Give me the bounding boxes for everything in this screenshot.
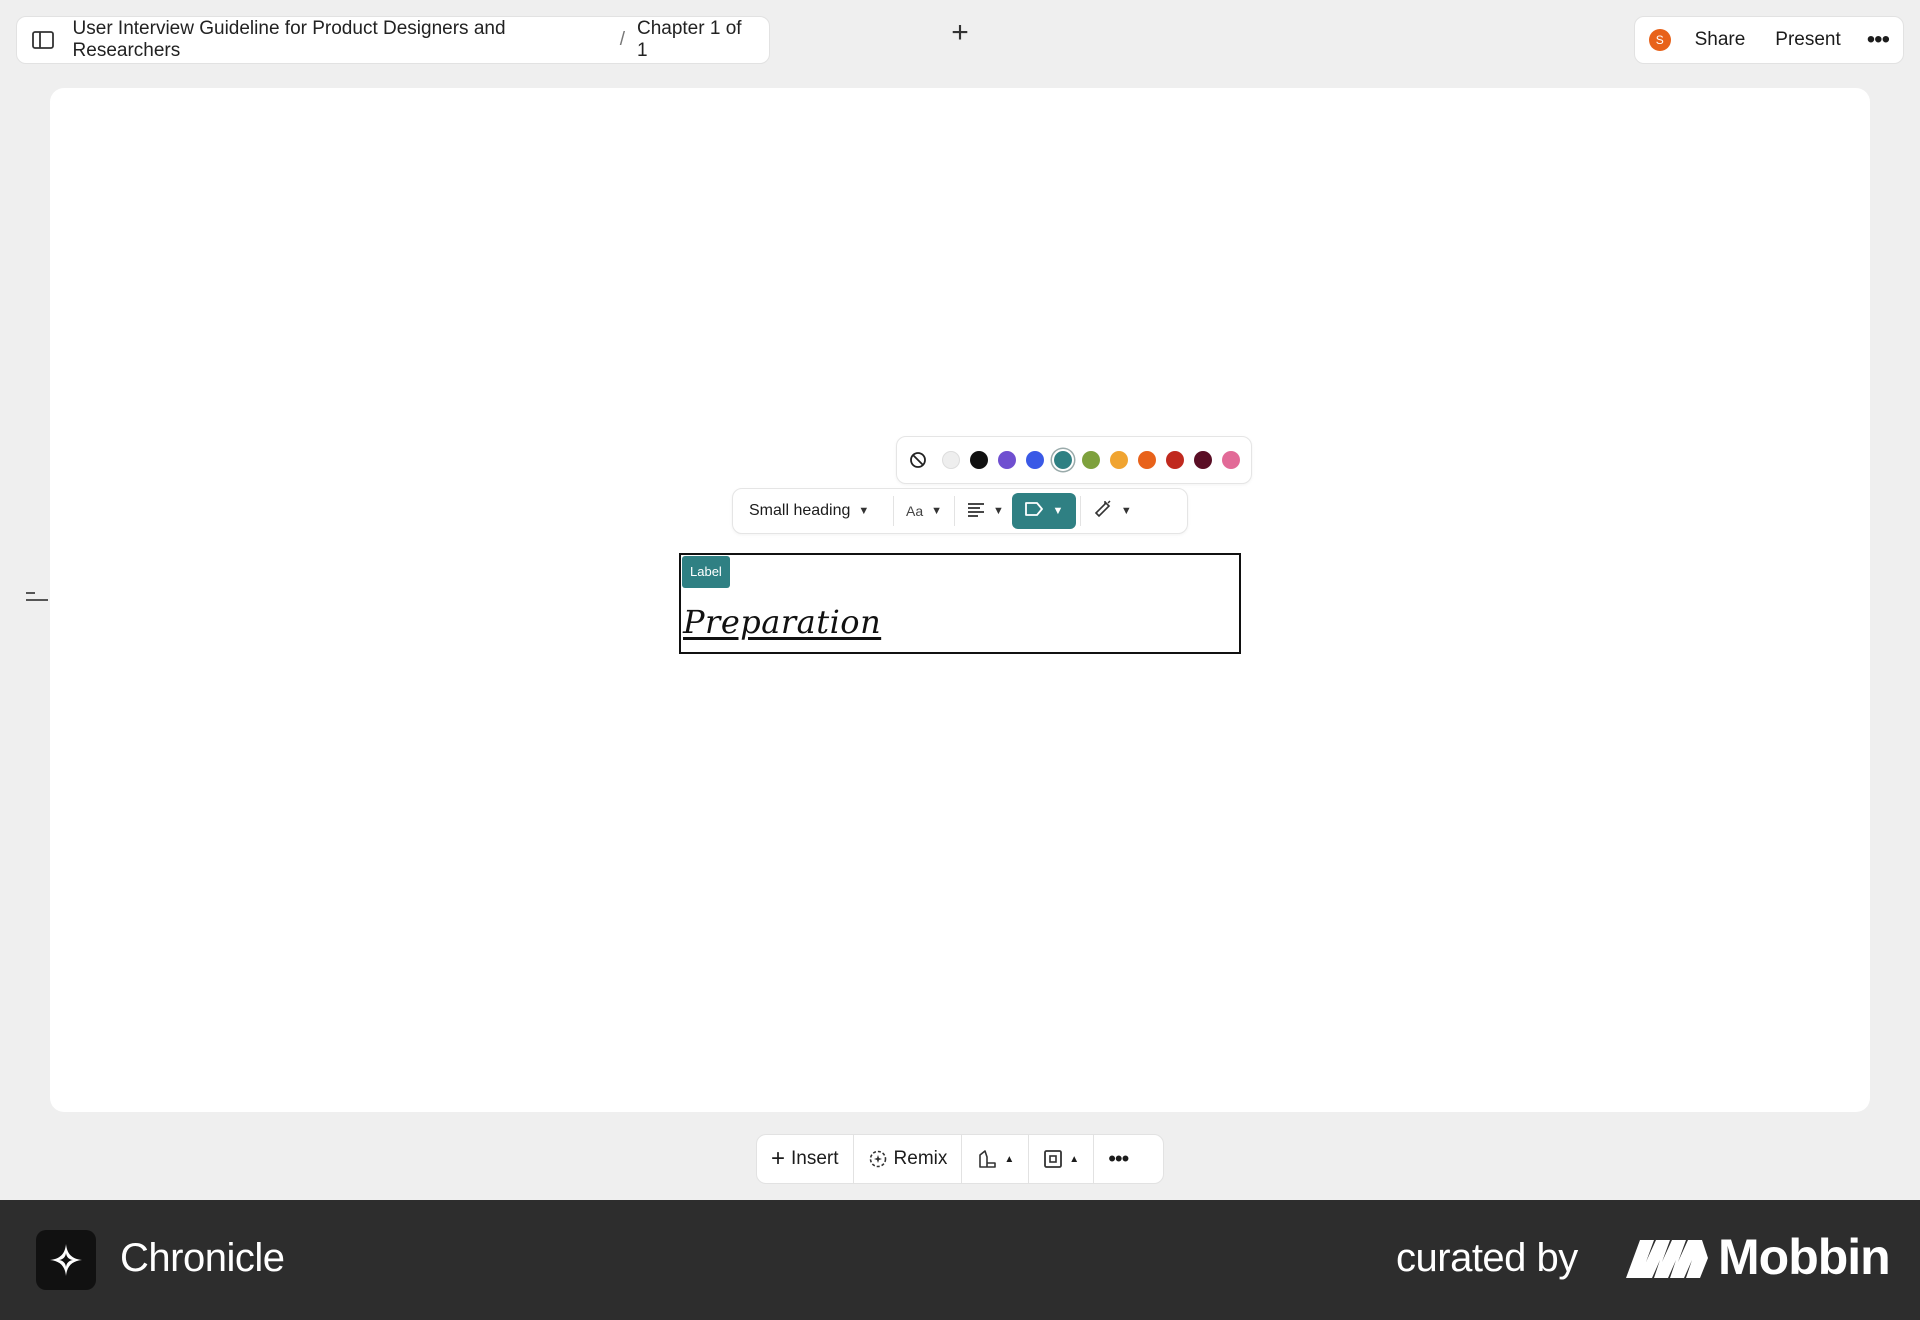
- layout-button[interactable]: ▲: [1029, 1135, 1093, 1183]
- chevron-up-icon: ▲: [1004, 1153, 1015, 1165]
- color-swatch-green[interactable]: [1082, 451, 1100, 469]
- color-swatch-blue[interactable]: [1026, 451, 1044, 469]
- toolbar-divider: [1079, 496, 1081, 526]
- more-options-button[interactable]: •••: [1867, 28, 1890, 52]
- toolbar-divider: [893, 496, 894, 526]
- effects-dropdown[interactable]: ▼: [1085, 493, 1140, 529]
- doc-title[interactable]: User Interview Guideline for Product Des…: [73, 18, 608, 62]
- color-swatch-black[interactable]: [970, 451, 988, 469]
- align-left-icon: [967, 501, 985, 522]
- color-swatch-pink[interactable]: [1222, 451, 1240, 469]
- outline-toggle-icon[interactable]: [26, 592, 48, 606]
- color-swatch-yellow[interactable]: [1110, 451, 1128, 469]
- mobbin-logo-icon: [1626, 1238, 1708, 1280]
- chevron-up-icon: ▲: [1069, 1153, 1080, 1165]
- block-heading[interactable]: Preparation: [683, 603, 881, 641]
- bottom-toolbar: + Insert Remix ▲ ▲ •••: [756, 1134, 1164, 1184]
- color-swatch-orange[interactable]: [1138, 451, 1156, 469]
- chronicle-logo-icon: [36, 1230, 96, 1290]
- chevron-down-icon: ▼: [993, 505, 1004, 517]
- color-swatch-light-gray[interactable]: [942, 451, 960, 469]
- remix-button[interactable]: Remix: [854, 1135, 962, 1183]
- plus-icon: +: [771, 1145, 786, 1172]
- label-style-dropdown[interactable]: ▼: [1011, 493, 1076, 529]
- toolbar-divider: [954, 496, 956, 526]
- chevron-down-icon: ▼: [931, 505, 943, 517]
- color-swatch-red[interactable]: [1166, 451, 1184, 469]
- font-icon: Aa: [906, 503, 924, 519]
- brand-name: Chronicle: [120, 1236, 285, 1280]
- curator-name: Mobbin: [1718, 1229, 1891, 1285]
- chevron-down-icon: ▼: [1052, 505, 1064, 517]
- insert-button[interactable]: + Insert: [757, 1135, 853, 1183]
- insert-label: Insert: [791, 1148, 839, 1169]
- present-button[interactable]: Present: [1775, 29, 1840, 51]
- block-label-tag[interactable]: Label: [682, 556, 730, 588]
- text-block[interactable]: Label Preparation: [679, 553, 1241, 654]
- align-dropdown[interactable]: ▼: [959, 493, 1012, 529]
- chevron-down-icon: ▼: [858, 505, 870, 517]
- breadcrumb-bar: User Interview Guideline for Product Des…: [16, 16, 770, 64]
- magic-pen-icon: [1093, 499, 1113, 524]
- more-options-button[interactable]: •••: [1094, 1135, 1142, 1183]
- brush-icon: [976, 1149, 998, 1169]
- remix-icon: [868, 1149, 888, 1169]
- chapter-indicator[interactable]: Chapter 1 of 1: [637, 18, 755, 62]
- color-swatch-teal[interactable]: [1052, 449, 1074, 471]
- color-palette: [896, 436, 1252, 484]
- add-page-button[interactable]: +: [948, 18, 972, 48]
- footer-banner: Chronicle curated by Mobbin: [0, 1200, 1920, 1320]
- curated-by-text: curated by: [1396, 1236, 1578, 1280]
- avatar[interactable]: S: [1649, 29, 1671, 51]
- share-button[interactable]: Share: [1695, 29, 1746, 51]
- font-dropdown[interactable]: Aa ▼: [898, 493, 950, 529]
- text-style-label: Small heading: [749, 502, 851, 519]
- remix-label: Remix: [893, 1148, 948, 1169]
- top-right-bar: S Share Present •••: [1634, 16, 1904, 64]
- color-swatch-maroon[interactable]: [1194, 451, 1212, 469]
- tag-icon: [1024, 501, 1044, 522]
- sidebar-toggle-icon[interactable]: [31, 28, 55, 52]
- color-swatch-purple[interactable]: [998, 451, 1016, 469]
- no-color-icon[interactable]: [909, 450, 927, 470]
- theme-button[interactable]: ▲: [962, 1135, 1028, 1183]
- text-style-dropdown[interactable]: Small heading ▼: [739, 493, 889, 529]
- chevron-down-icon: ▼: [1120, 505, 1132, 517]
- frame-icon: [1043, 1149, 1063, 1169]
- breadcrumb-separator: /: [619, 29, 625, 50]
- format-toolbar: Small heading ▼ Aa ▼ ▼ ▼ ▼: [732, 488, 1188, 534]
